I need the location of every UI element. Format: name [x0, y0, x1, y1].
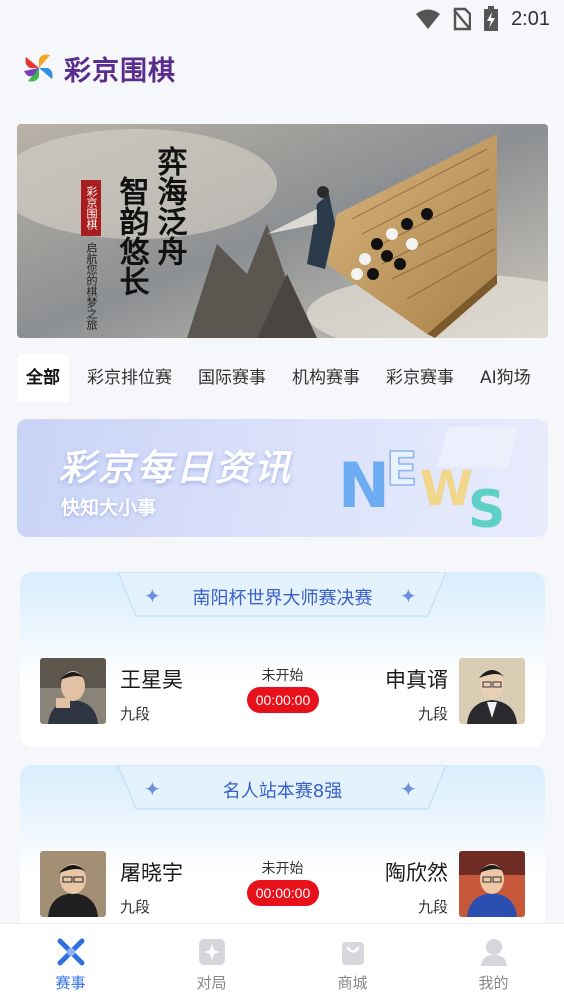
- tab-caijing-events[interactable]: 彩京赛事: [386, 354, 454, 402]
- countdown-badge: 00:00:00: [247, 880, 319, 906]
- news-3d-letters: N E W S: [338, 427, 518, 537]
- match-title: 南阳杯世界大师赛决赛: [192, 588, 373, 609]
- player-name-right: 陶欣然: [385, 861, 448, 885]
- countdown-badge: 00:00:00: [247, 687, 319, 713]
- bottom-nav: 赛事 对局 商城 我的: [0, 923, 564, 1002]
- hero-banner[interactable]: 弈海泛舟 智韵悠长 彩京围棋 启航您的棋梦之旅: [17, 124, 548, 338]
- nav-label: 商城: [337, 974, 368, 992]
- tab-caijing-ranked[interactable]: 彩京排位赛: [87, 354, 172, 402]
- nav-profile[interactable]: 我的: [423, 924, 564, 1002]
- nav-label: 对局: [196, 974, 227, 992]
- app-header: 彩京围棋: [22, 50, 176, 87]
- tab-institution[interactable]: 机构赛事: [292, 354, 360, 402]
- player-rank-right: 九段: [417, 705, 448, 723]
- player-rank-left: 九段: [120, 705, 151, 723]
- wifi-icon: [416, 9, 441, 29]
- nav-events[interactable]: 赛事: [0, 924, 141, 1002]
- tab-ai-arena[interactable]: AI狗场: [480, 354, 531, 402]
- player-name-right: 申真谞: [385, 668, 448, 692]
- svg-text:E: E: [386, 442, 417, 496]
- tab-international[interactable]: 国际赛事: [198, 354, 266, 402]
- app-logo-icon: [24, 54, 53, 82]
- player-rank-left: 九段: [120, 898, 151, 916]
- profile-icon: [480, 939, 507, 966]
- player-rank-right: 九段: [417, 898, 448, 916]
- svg-text:N: N: [338, 449, 390, 522]
- svg-text:W: W: [420, 461, 473, 517]
- player-avatar-right: [459, 851, 525, 917]
- hero-subtitle: 启航您的棋梦之旅: [85, 242, 98, 330]
- hero-slogan-line2: 智韵悠长: [113, 176, 149, 296]
- shopping-bag-icon: [341, 942, 364, 965]
- player-avatar-right: [459, 658, 525, 724]
- match-title: 名人站本赛8强: [222, 781, 343, 802]
- no-sim-icon: [453, 7, 472, 31]
- nav-shop[interactable]: 商城: [282, 924, 423, 1002]
- board-icon: [198, 939, 225, 965]
- status-bar: 2:01: [0, 0, 564, 40]
- svg-text:S: S: [468, 480, 505, 537]
- status-time: 2:01: [511, 7, 550, 30]
- battery-charging-icon: [484, 6, 499, 31]
- category-tabs: 全部 彩京排位赛 国际赛事 机构赛事 彩京赛事 AI狗场: [17, 354, 564, 402]
- match-card[interactable]: ✦ ✦ 名人站本赛8强 屠晓宇 九段 未开始 00:00:00 陶欣然 九段: [20, 765, 545, 940]
- nav-label: 我的: [478, 974, 509, 992]
- hero-seal: 彩京围棋: [81, 180, 101, 236]
- app-title: 彩京围棋: [64, 55, 176, 87]
- tab-all[interactable]: 全部: [17, 354, 69, 402]
- swords-icon: [57, 938, 84, 966]
- hero-slogan-line1: 弈海泛舟: [151, 146, 187, 266]
- nav-games[interactable]: 对局: [141, 924, 282, 1002]
- match-card[interactable]: ✦ ✦ 南阳杯世界大师赛决赛 王星昊 九段 未开始 00:00:00 申真谞 九…: [20, 572, 545, 747]
- daily-news-banner[interactable]: N E W S 彩京每日资讯 快知大小事: [17, 419, 548, 537]
- news-banner-title: 彩京每日资讯: [59, 448, 294, 489]
- news-banner-subtitle: 快知大小事: [61, 497, 157, 519]
- nav-label: 赛事: [55, 974, 86, 992]
